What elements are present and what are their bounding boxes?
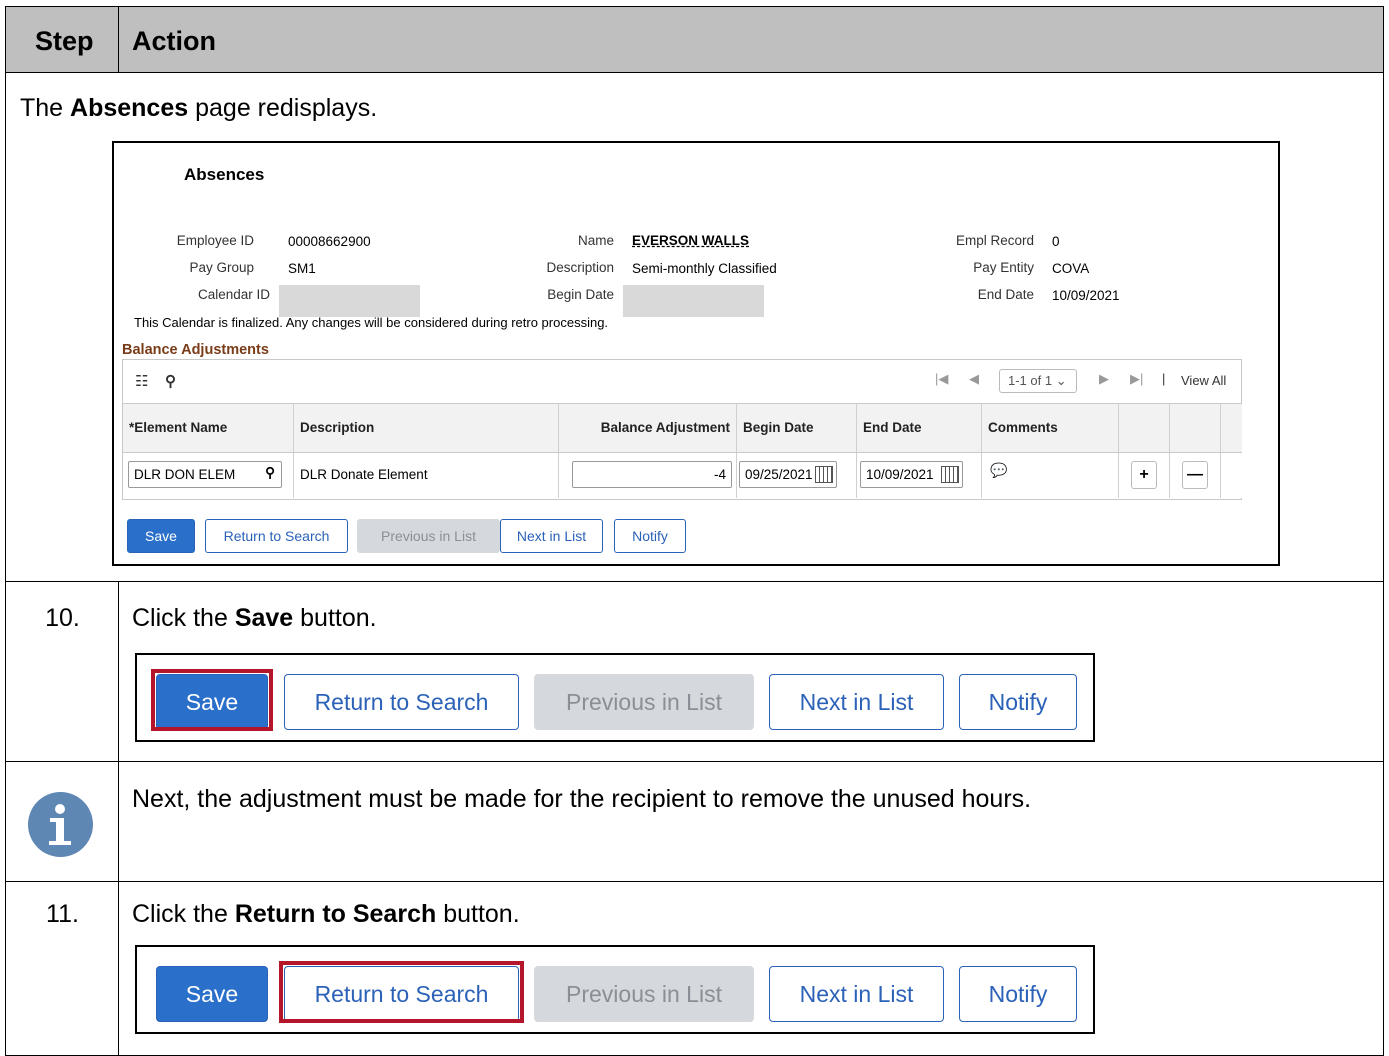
- notify-button[interactable]: Notify: [959, 966, 1077, 1022]
- save-button[interactable]: Save: [127, 519, 195, 553]
- view-all-link[interactable]: View All: [1181, 373, 1226, 388]
- pay-group-label: Pay Group: [189, 260, 254, 275]
- balance-adjustments-grid: ☷ ⚲ |◀ ◀ 1-1 of 1 ⌄ ▶ ▶| | View All *Ele…: [122, 359, 1242, 500]
- pay-entity-value: COVA: [1052, 261, 1090, 276]
- previous-page-icon[interactable]: ◀: [969, 371, 979, 387]
- pager-divider: |: [1162, 371, 1166, 386]
- calendar-icon[interactable]: [815, 466, 833, 483]
- next-in-list-button[interactable]: Next in List: [500, 519, 603, 553]
- info-text: Next, the adjustment must be made for th…: [132, 785, 1032, 813]
- col-begin-date: Begin Date: [736, 403, 856, 453]
- end-date-value: 10/09/2021: [1052, 288, 1120, 303]
- last-page-icon[interactable]: ▶|: [1130, 371, 1143, 387]
- info-icon: [28, 792, 93, 857]
- step-instruction: Click the Return to Search button.: [132, 900, 520, 928]
- row-end-date-cell: 10/09/2021: [856, 453, 981, 498]
- table-header: Step Action: [5, 6, 1384, 73]
- personalize-grid-icon[interactable]: ☷: [135, 372, 148, 390]
- header-action: Action: [132, 26, 216, 56]
- delete-row-button[interactable]: —: [1182, 461, 1208, 489]
- begin-date-label: Begin Date: [547, 287, 614, 302]
- return-to-search-button[interactable]: Return to Search: [205, 519, 348, 553]
- previous-in-list-button: Previous in List: [534, 674, 754, 730]
- balance-adjustment-input[interactable]: -4: [572, 461, 732, 488]
- page-title: Absences: [184, 165, 265, 184]
- name-label: Name: [577, 233, 614, 248]
- info-icon-cell: [6, 762, 119, 881]
- header-step-cell: Step: [6, 7, 119, 72]
- end-date-label: End Date: [977, 287, 1034, 302]
- begin-date-input[interactable]: 09/25/2021: [739, 461, 837, 488]
- previous-in-list-button: Previous in List: [357, 519, 500, 553]
- employee-id-label: Employee ID: [176, 233, 254, 248]
- notify-button[interactable]: Notify: [614, 519, 686, 553]
- calendar-note: This Calendar is finalized. Any changes …: [134, 315, 609, 330]
- grid-toolbar: ☷ ⚲ |◀ ◀ 1-1 of 1 ⌄ ▶ ▶| | View All: [123, 360, 1241, 403]
- row-comments-cell: 💬: [981, 453, 1118, 498]
- col-add: [1118, 403, 1169, 453]
- info-row: Next, the adjustment must be made for th…: [5, 761, 1384, 882]
- button-strip-screenshot: Save Return to Search Previous in List N…: [135, 653, 1095, 742]
- employee-name-link[interactable]: EVERSON WALLS: [632, 233, 749, 248]
- chevron-down-icon: ⌄: [1055, 373, 1067, 388]
- row-description: DLR Donate Element: [293, 453, 558, 498]
- next-in-list-button[interactable]: Next in List: [769, 674, 944, 730]
- row-begin-date-cell: 09/25/2021: [736, 453, 856, 498]
- row-delete-cell: —: [1169, 453, 1220, 498]
- return-to-search-highlight: [279, 961, 524, 1023]
- table-row: DLR DON ELEM ⚲: [123, 453, 293, 498]
- step-10-row: 10. Click the Save button. Save Return t…: [5, 581, 1384, 762]
- col-comments: Comments: [981, 403, 1118, 453]
- balance-adjustments-heading: Balance Adjustments: [122, 342, 269, 358]
- empl-record-value: 0: [1052, 234, 1060, 249]
- comment-icon[interactable]: 💬: [990, 462, 1007, 479]
- step-number-cell: 11.: [6, 882, 119, 1055]
- next-page-icon[interactable]: ▶: [1099, 371, 1109, 387]
- header-step: Step: [35, 26, 94, 56]
- previous-in-list-button: Previous in List: [534, 966, 754, 1022]
- col-balance-adjustment: Balance Adjustment: [558, 403, 736, 453]
- pay-entity-label: Pay Entity: [973, 260, 1034, 275]
- notify-button[interactable]: Notify: [959, 674, 1077, 730]
- element-name-input[interactable]: DLR DON ELEM ⚲: [128, 461, 282, 488]
- first-page-icon[interactable]: |◀: [935, 371, 948, 387]
- employee-id-value: 00008662900: [288, 234, 371, 249]
- page-range-select[interactable]: 1-1 of 1 ⌄: [999, 369, 1077, 393]
- calendar-icon[interactable]: [941, 466, 959, 483]
- description-label: Description: [546, 260, 614, 275]
- col-delete: [1169, 403, 1220, 453]
- return-to-search-button[interactable]: Return to Search: [284, 674, 519, 730]
- step-number-cell: 10.: [6, 582, 119, 761]
- absences-screenshot: Absences Employee ID 00008662900 Name EV…: [112, 141, 1280, 566]
- pay-group-value: SM1: [288, 261, 316, 276]
- add-row-button[interactable]: +: [1131, 461, 1157, 489]
- button-strip-screenshot: Save Return to Search Previous in List N…: [135, 945, 1095, 1034]
- step-number: 10.: [45, 604, 80, 632]
- col-description: Description: [293, 403, 558, 453]
- lookup-icon[interactable]: ⚲: [265, 465, 275, 481]
- step-number: 11.: [46, 900, 79, 928]
- end-date-input[interactable]: 10/09/2021: [860, 461, 963, 488]
- begin-date-redacted: [623, 285, 764, 317]
- col-end-date: End Date: [856, 403, 981, 453]
- calendar-id-redacted: [279, 285, 420, 317]
- save-highlight: [151, 669, 273, 731]
- row-balance-cell: -4: [558, 453, 736, 498]
- row-add-cell: +: [1118, 453, 1169, 498]
- intro-text: The Absences page redisplays.: [20, 94, 378, 122]
- description-value: Semi-monthly Classified: [632, 261, 777, 276]
- calendar-id-label: Calendar ID: [197, 287, 270, 302]
- intro-row: The Absences page redisplays. Absences E…: [5, 72, 1384, 582]
- empl-record-label: Empl Record: [955, 233, 1034, 248]
- row-blank-cell: [1220, 453, 1242, 498]
- save-button[interactable]: Save: [156, 966, 268, 1022]
- step-11-row: 11. Click the Return to Search button. S…: [5, 881, 1384, 1056]
- search-icon[interactable]: ⚲: [165, 372, 176, 390]
- col-blank: [1220, 403, 1242, 453]
- step-instruction: Click the Save button.: [132, 604, 377, 632]
- col-element-name: *Element Name: [123, 403, 293, 453]
- next-in-list-button[interactable]: Next in List: [769, 966, 944, 1022]
